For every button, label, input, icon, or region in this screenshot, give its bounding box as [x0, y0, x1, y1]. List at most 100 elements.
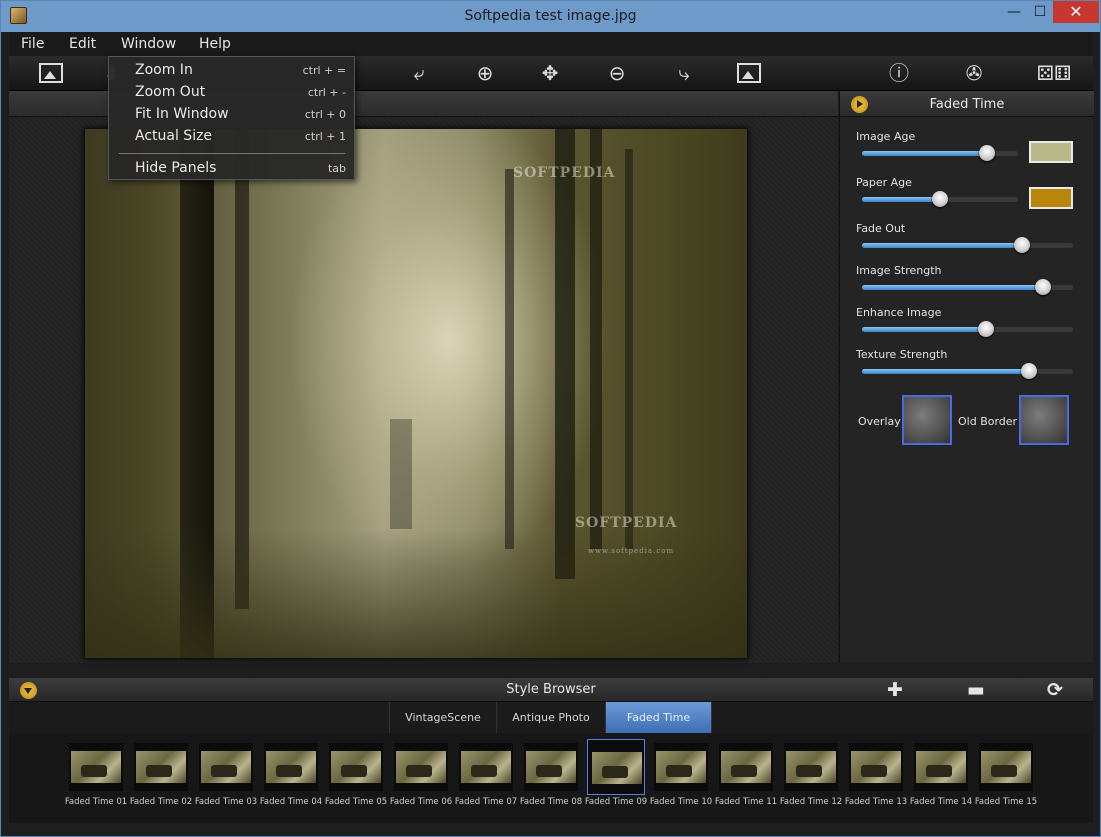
- style-browser-title: Style Browser: [506, 682, 596, 697]
- tree-trunk: [555, 129, 575, 579]
- shortcut-actual-size: ctrl + 1: [304, 130, 346, 143]
- random-dice-icon[interactable]: ⚄⚅: [1035, 60, 1073, 86]
- tree-trunk: [390, 419, 412, 529]
- style-thumbnail[interactable]: [459, 743, 513, 791]
- redo-icon[interactable]: ⤷: [669, 60, 699, 86]
- thumbnail-image: [71, 751, 121, 783]
- thumbnail-label: Faded Time 12: [779, 797, 843, 807]
- add-style-icon[interactable]: ✚: [887, 679, 903, 701]
- shortcut-hide-panels: tab: [327, 162, 346, 175]
- thumbnail-label: Faded Time 14: [909, 797, 973, 807]
- menu-item-actual-size[interactable]: Actual Size: [135, 128, 212, 144]
- style-thumbnail[interactable]: [979, 743, 1033, 791]
- zoom-out-icon[interactable]: ⊖: [602, 60, 632, 86]
- style-thumbnail[interactable]: [849, 743, 903, 791]
- thumbnail-label: Faded Time 15: [974, 797, 1038, 807]
- menu-file[interactable]: File: [21, 36, 44, 52]
- menu-edit[interactable]: Edit: [69, 36, 96, 52]
- old-border-label: Old Border: [958, 415, 1018, 428]
- open-image-icon[interactable]: [36, 60, 66, 86]
- thumbnail-label: Faded Time 10: [649, 797, 713, 807]
- thumbnail-label: Faded Time 08: [519, 797, 583, 807]
- thumbnail-image: [461, 751, 511, 783]
- slider-label: Image Strength: [856, 264, 942, 277]
- style-thumbnail[interactable]: [719, 743, 773, 791]
- thumbnail-label: Faded Time 05: [324, 797, 388, 807]
- style-thumbnail[interactable]: [199, 743, 253, 791]
- thumbnail-image: [136, 751, 186, 783]
- panel-header: Faded Time: [840, 91, 1094, 117]
- menu-item-zoom-out[interactable]: Zoom Out: [135, 84, 205, 100]
- menu-item-zoom-in[interactable]: Zoom In: [135, 62, 193, 78]
- fade-out-slider[interactable]: [862, 237, 1073, 253]
- texture-strength-slider[interactable]: [862, 363, 1073, 379]
- shortcut-zoom-out: ctrl + -: [307, 86, 346, 99]
- thumbnail-label: Faded Time 01: [64, 797, 128, 807]
- paper-age-slider[interactable]: [862, 191, 1018, 207]
- thumbnail-image: [981, 751, 1031, 783]
- thumbnail-image: [266, 751, 316, 783]
- style-browser-header: Style Browser ✚ ▬ ⟳: [9, 678, 1093, 702]
- style-thumbnail[interactable]: [914, 743, 968, 791]
- style-tabs: VintageScene Antique Photo Faded Time: [9, 702, 1093, 733]
- undo-icon[interactable]: ⤶: [404, 60, 434, 86]
- menu-separator: [119, 153, 345, 154]
- tree-trunk: [505, 169, 514, 549]
- style-thumbnail[interactable]: [329, 743, 383, 791]
- style-thumbnail[interactable]: [784, 743, 838, 791]
- thumbnail-label: Faded Time 09: [584, 797, 648, 807]
- thumbnail-image: [916, 751, 966, 783]
- menu-window[interactable]: Window: [121, 36, 176, 52]
- style-thumbnail[interactable]: [69, 743, 123, 791]
- thumbnail-image: [851, 751, 901, 783]
- slider-label: Fade Out: [856, 222, 906, 235]
- title-bar: Softpedia test image.jpg — ☐ ✕: [1, 1, 1100, 32]
- style-thumbnail[interactable]: [264, 743, 318, 791]
- shortcut-fit-in-window: ctrl + 0: [304, 108, 346, 121]
- panel-title: Faded Time: [929, 97, 1005, 112]
- watermark: SOFTPEDIA: [513, 165, 616, 181]
- menu-help[interactable]: Help: [199, 36, 231, 52]
- image-strength-slider[interactable]: [862, 279, 1073, 295]
- tree-trunk: [625, 149, 633, 549]
- style-thumbnail[interactable]: [394, 743, 448, 791]
- slider-label: Enhance Image: [856, 306, 942, 319]
- watermark-url: www.softpedia.com: [588, 547, 675, 555]
- thumbnail-image: [201, 751, 251, 783]
- minimize-button[interactable]: —: [1001, 1, 1027, 23]
- thumbnail-label: Faded Time 03: [194, 797, 258, 807]
- style-thumbnail[interactable]: [134, 743, 188, 791]
- thumbnail-label: Faded Time 11: [714, 797, 778, 807]
- style-thumbnail[interactable]: [587, 739, 645, 795]
- tab-faded-time[interactable]: Faded Time: [606, 702, 712, 733]
- close-button[interactable]: ✕: [1053, 1, 1099, 23]
- thumbnail-label: Faded Time 06: [389, 797, 453, 807]
- tab-vintagescene[interactable]: VintageScene: [389, 702, 497, 733]
- app-window: Softpedia test image.jpg — ☐ ✕ File Edit…: [0, 0, 1101, 837]
- zoom-in-icon[interactable]: ⊕: [470, 60, 500, 86]
- overlay-texture-thumbnail[interactable]: [902, 395, 952, 445]
- image-age-slider[interactable]: [862, 145, 1018, 161]
- tab-antique-photo[interactable]: Antique Photo: [497, 702, 606, 733]
- status-bar: [9, 823, 1093, 831]
- window-title: Softpedia test image.jpg: [464, 8, 637, 24]
- paper-age-color-swatch[interactable]: [1029, 187, 1073, 209]
- old-border-texture-thumbnail[interactable]: [1019, 395, 1069, 445]
- overlay-label: Overlay: [858, 415, 901, 428]
- info-icon[interactable]: ⓘ: [884, 60, 914, 86]
- maximize-button[interactable]: ☐: [1027, 1, 1053, 23]
- image-preview[interactable]: SOFTPEDIA SOFTPEDIA www.softpedia.com: [84, 128, 748, 659]
- image-age-color-swatch[interactable]: [1029, 141, 1073, 163]
- menu-item-fit-in-window[interactable]: Fit In Window: [135, 106, 229, 122]
- remove-style-icon[interactable]: ▬: [967, 679, 985, 701]
- thumbnail-image: [592, 752, 642, 784]
- menu-item-hide-panels[interactable]: Hide Panels: [135, 160, 216, 176]
- style-thumbnail[interactable]: [654, 743, 708, 791]
- settings-icon[interactable]: ✇: [959, 60, 989, 86]
- thumbnail-image: [331, 751, 381, 783]
- move-icon[interactable]: ✥: [535, 60, 565, 86]
- style-thumbnail[interactable]: [524, 743, 578, 791]
- reset-icon[interactable]: ⟳: [1047, 679, 1063, 701]
- enhance-image-slider[interactable]: [862, 321, 1073, 337]
- export-image-icon[interactable]: [734, 60, 764, 86]
